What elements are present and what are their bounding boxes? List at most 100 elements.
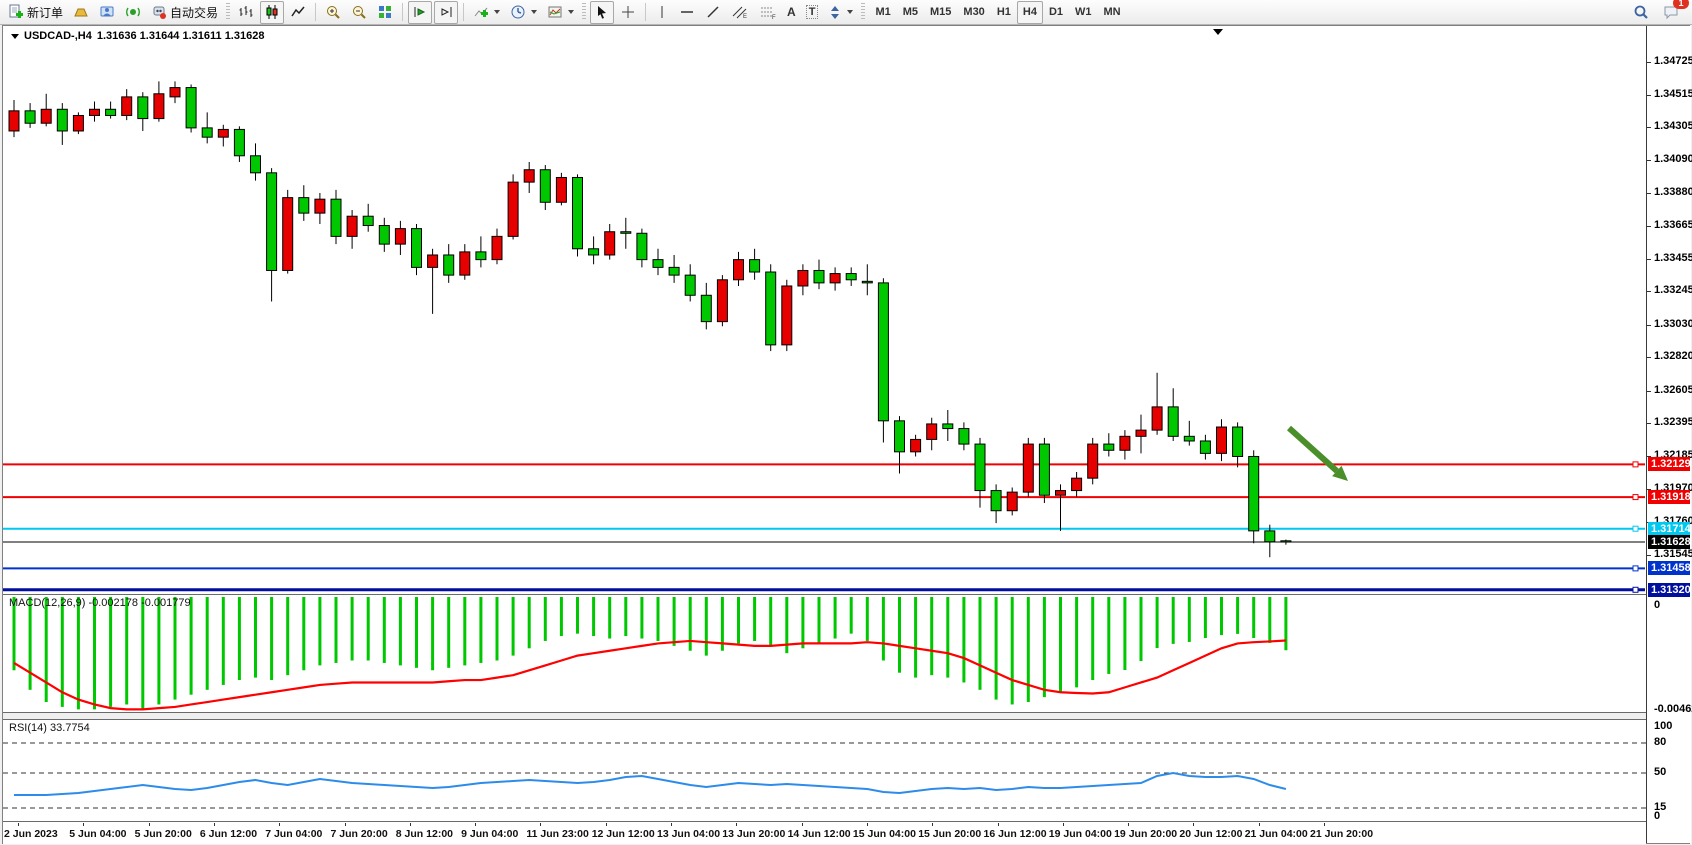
price-axis[interactable]: 1.347251.345151.343051.340901.338801.336… bbox=[1647, 26, 1691, 843]
macd-histogram-bar bbox=[351, 597, 354, 661]
time-axis-label: 7 Jun 20:00 bbox=[331, 828, 388, 840]
candle-body bbox=[1023, 444, 1033, 492]
price-tick-mark bbox=[1647, 423, 1651, 424]
signals-button[interactable] bbox=[121, 1, 145, 24]
timeframe-W1[interactable]: W1 bbox=[1069, 1, 1098, 24]
macd-histogram-bar bbox=[431, 597, 434, 670]
gold-button[interactable] bbox=[69, 1, 93, 24]
indicators-button[interactable] bbox=[469, 1, 504, 24]
line-handle[interactable] bbox=[1633, 526, 1638, 531]
candle-body bbox=[895, 421, 905, 452]
zoom-in-button[interactable] bbox=[321, 1, 345, 24]
timeframe-D1[interactable]: D1 bbox=[1043, 1, 1069, 24]
candle-body bbox=[122, 97, 132, 116]
svg-text:E: E bbox=[743, 14, 747, 20]
rsi-pane[interactable] bbox=[3, 719, 1646, 822]
candle-body bbox=[1217, 427, 1227, 453]
line-handle[interactable] bbox=[1633, 566, 1638, 571]
time-axis-label: 13 Jun 04:00 bbox=[657, 828, 720, 840]
timeframe-M30[interactable]: M30 bbox=[957, 1, 990, 24]
line-chart-button[interactable] bbox=[286, 1, 310, 24]
auto-trading-button[interactable]: 自动交易 bbox=[147, 1, 222, 24]
candle-body bbox=[1088, 444, 1098, 478]
text-tool-button[interactable]: A bbox=[783, 1, 800, 24]
candle-body bbox=[1168, 407, 1178, 436]
time-axis-label: 15 Jun 04:00 bbox=[853, 828, 916, 840]
line-handle[interactable] bbox=[1633, 462, 1638, 467]
vertical-line-tool-button[interactable] bbox=[651, 1, 673, 24]
price-tick-label: 1.32395 bbox=[1654, 416, 1692, 428]
candle-body bbox=[991, 491, 1001, 511]
price-chart-pane[interactable] bbox=[3, 29, 1646, 594]
cursor-tool-button[interactable] bbox=[590, 1, 614, 24]
cursor-icon bbox=[594, 4, 610, 20]
candle-body bbox=[106, 109, 116, 115]
arrows-tool-button[interactable] bbox=[824, 1, 857, 24]
macd-histogram-bar bbox=[560, 597, 563, 636]
channel-tool-button[interactable]: E bbox=[727, 1, 753, 24]
macd-histogram-bar bbox=[930, 597, 933, 675]
auto-scroll-button[interactable] bbox=[408, 1, 432, 24]
macd-histogram-bar bbox=[206, 597, 209, 690]
time-tick-mark bbox=[1128, 823, 1129, 826]
time-axis[interactable]: 2 Jun 20235 Jun 04:005 Jun 20:006 Jun 12… bbox=[3, 823, 1646, 844]
candle-body bbox=[428, 255, 438, 267]
candle-body bbox=[460, 252, 470, 275]
candlestick-chart-button[interactable] bbox=[260, 1, 284, 24]
main-toolbar: 新订单 自动交易 bbox=[0, 0, 1692, 25]
crosshair-tool-button[interactable] bbox=[616, 1, 640, 24]
timeframe-button-group: M1M5M15M30H1H4D1W1MN bbox=[869, 1, 1126, 24]
macd-histogram-bar bbox=[624, 597, 627, 636]
timeframe-M1[interactable]: M1 bbox=[869, 1, 896, 24]
tile-windows-button[interactable] bbox=[373, 1, 397, 24]
timeframe-M15[interactable]: M15 bbox=[924, 1, 957, 24]
time-axis-label: 5 Jun 04:00 bbox=[69, 828, 126, 840]
price-tick-mark bbox=[1647, 291, 1651, 292]
profile-button[interactable] bbox=[95, 1, 119, 24]
macd-indicator-label: MACD(12,26,9) -0.002178 -0.001779 bbox=[9, 597, 191, 609]
time-axis-label: 19 Jun 04:00 bbox=[1049, 828, 1112, 840]
candle-body bbox=[717, 280, 727, 322]
dropdown-caret-icon bbox=[847, 10, 853, 14]
time-tick-mark bbox=[410, 823, 411, 826]
price-tick-label: 1.34725 bbox=[1654, 55, 1692, 67]
timeframe-MN[interactable]: MN bbox=[1098, 1, 1127, 24]
text-label-tool-button[interactable]: T bbox=[802, 1, 823, 24]
candle-body bbox=[154, 94, 164, 119]
toolbar-separator bbox=[463, 3, 464, 21]
fibonacci-tool-button[interactable]: F bbox=[755, 1, 781, 24]
zoom-out-button[interactable] bbox=[347, 1, 371, 24]
time-axis-label: 5 Jun 20:00 bbox=[135, 828, 192, 840]
bar-chart-button[interactable] bbox=[234, 1, 258, 24]
trendline-tool-button[interactable] bbox=[701, 1, 725, 24]
chart-menu-caret-icon[interactable] bbox=[11, 34, 19, 39]
candle-body bbox=[927, 424, 937, 440]
chart-shift-button[interactable] bbox=[434, 1, 458, 24]
macd-histogram-bar bbox=[302, 597, 305, 670]
time-axis-label: 20 Jun 12:00 bbox=[1179, 828, 1242, 840]
line-handle[interactable] bbox=[1633, 495, 1638, 500]
chart-shift-marker-icon[interactable] bbox=[1213, 29, 1223, 35]
search-button[interactable] bbox=[1629, 1, 1653, 24]
notifications-button[interactable]: 1 bbox=[1659, 1, 1684, 24]
price-tick-mark bbox=[1647, 555, 1651, 556]
candle-body bbox=[57, 109, 67, 131]
macd-pane[interactable] bbox=[3, 594, 1646, 713]
price-tick-mark bbox=[1647, 127, 1651, 128]
text-tool-icon: A bbox=[787, 5, 796, 19]
macd-histogram-bar bbox=[286, 597, 289, 675]
indicators-icon bbox=[473, 4, 489, 20]
timeframe-H4[interactable]: H4 bbox=[1017, 1, 1043, 24]
new-order-button[interactable]: 新订单 bbox=[4, 1, 67, 24]
time-axis-label: 8 Jun 12:00 bbox=[396, 828, 453, 840]
templates-button[interactable] bbox=[543, 1, 578, 24]
price-tick-label: 1.32820 bbox=[1654, 350, 1692, 362]
line-handle[interactable] bbox=[1633, 587, 1638, 592]
vertical-line-icon bbox=[655, 4, 669, 20]
price-tick-mark bbox=[1647, 160, 1651, 161]
horizontal-line-tool-button[interactable] bbox=[675, 1, 699, 24]
price-tick-label: 1.32605 bbox=[1654, 384, 1692, 396]
timeframe-M5[interactable]: M5 bbox=[897, 1, 924, 24]
timeframe-H1[interactable]: H1 bbox=[991, 1, 1017, 24]
periods-button[interactable] bbox=[506, 1, 541, 24]
